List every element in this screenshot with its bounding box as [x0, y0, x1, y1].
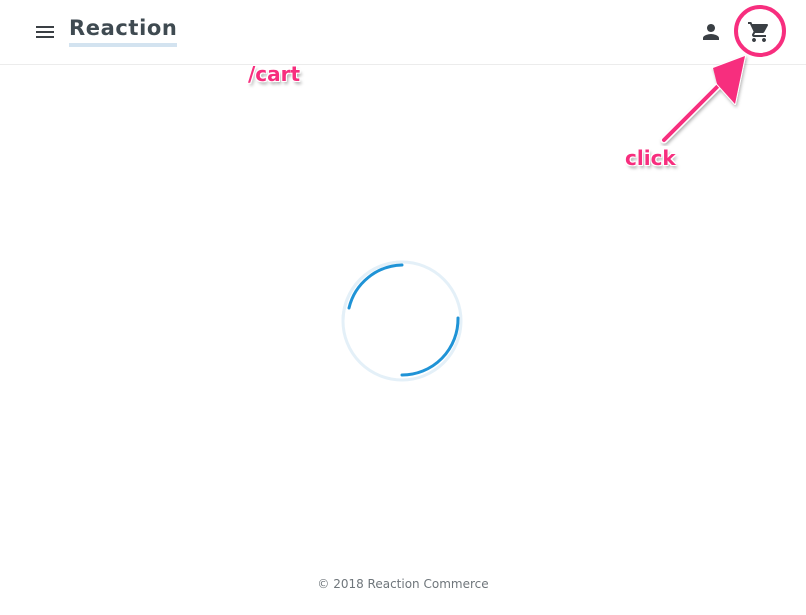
- brand-logo[interactable]: Reaction: [69, 15, 178, 47]
- account-icon: [703, 24, 719, 40]
- annotation-click-label: click: [625, 146, 676, 170]
- cart-highlight-ring: [734, 5, 786, 57]
- annotation-arrow-icon: [660, 55, 746, 144]
- account-button[interactable]: [699, 20, 723, 44]
- menu-button[interactable]: [33, 20, 57, 44]
- footer-copyright: © 2018 Reaction Commerce: [317, 577, 489, 591]
- menu-icon: [36, 26, 54, 38]
- annotation-route-label: /cart: [248, 62, 301, 86]
- loading-spinner-icon: [341, 260, 463, 382]
- page: Reaction /cart click © 2018 Reaction Com…: [0, 0, 806, 615]
